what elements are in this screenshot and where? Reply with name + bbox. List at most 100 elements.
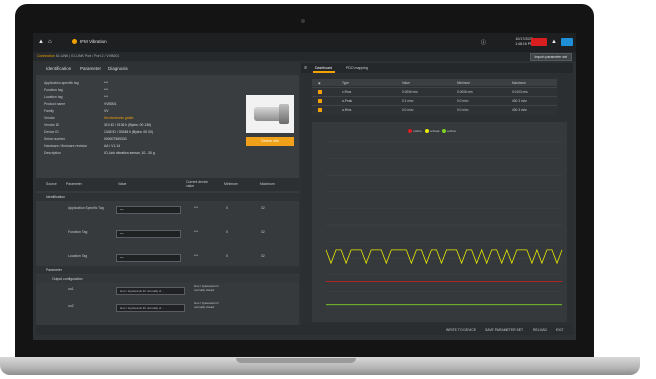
info-row: Product name VVB001 <box>44 102 116 106</box>
param-select[interactable]: Hno / Hysteresis fct normally cl... <box>116 304 185 312</box>
info-row: Vendor ID 310 ID / 0136 h (Bytes: 00 136) <box>44 123 151 127</box>
info-row: Location tag *** <box>44 95 108 99</box>
param-min: 0 <box>226 230 228 234</box>
help-icon[interactable]: ⓘ <box>481 39 486 46</box>
section-parameter[interactable]: Parameter <box>36 266 299 274</box>
tab-pdo-mapping[interactable]: PDO mapping <box>346 66 368 70</box>
info-row: Hardware / firmware revision AA / V1.14 <box>44 144 120 148</box>
param-name: Function Tag <box>68 230 88 234</box>
info-row: Family VV <box>44 109 109 113</box>
param-min: 0 <box>226 254 228 258</box>
param-select[interactable]: Hno / Hysteresis fct normally cl... <box>116 287 185 295</box>
info-value: 310 ID / 0136 h (Bytes: 00 136) <box>104 123 152 127</box>
info-value: 1348 ID / 00348 h (Bytes: 00 00) <box>104 130 154 134</box>
col-source: Source <box>46 182 57 186</box>
measure-max: 0.0103 m/s <box>512 90 528 94</box>
info-label: Function tag <box>44 88 63 92</box>
info-row: Description IO-Link vibration sensor, 10.… <box>44 151 155 155</box>
parameter-table: Source Parameter Value Current device va… <box>36 178 299 334</box>
sensor-connector <box>279 104 289 124</box>
section-label: Output configuration <box>52 277 83 281</box>
measure-value: 0.0 m/s² <box>402 108 414 112</box>
measure-value: 0.1 m/s² <box>402 99 414 103</box>
tab-identification[interactable]: Identification <box>46 66 71 71</box>
user-icon[interactable]: ▲ <box>38 39 44 45</box>
info-label: Location tag <box>44 95 63 99</box>
info-label: Family <box>44 109 54 113</box>
measure-min: 0.0006 m/s <box>457 90 473 94</box>
breadcrumb: Connection IO-LINK | IO-LINK Port / Port… <box>37 54 119 58</box>
param-max: 32 <box>261 254 265 258</box>
series-line-v-Rms <box>325 248 563 265</box>
active-tab-indicator <box>313 71 335 73</box>
col-value: Value <box>402 81 410 85</box>
series-checkbox[interactable] <box>318 90 322 94</box>
measure-max: 400.3 m/s² <box>512 108 528 112</box>
info-value: VVB001 <box>104 102 117 106</box>
home-icon[interactable]: ⌂ <box>48 39 52 45</box>
save-parameter-set-button[interactable]: SAVE PARAMETER SET <box>485 328 523 332</box>
measure-value: 0.0006 m/s <box>402 90 418 94</box>
info-value: *** <box>104 95 108 99</box>
info-row: Application-specific tag *** <box>44 81 108 85</box>
info-label: Vendor <box>44 116 55 120</box>
clock-time: 1:48:16 PM <box>515 41 533 46</box>
col-current-value: Current device value <box>186 180 209 188</box>
param-input[interactable]: *** <box>116 230 181 238</box>
product-image <box>246 95 294 133</box>
trend-chart: v-Rms a-Peak a-Rms <box>312 122 567 322</box>
eye-icon[interactable]: ◉ <box>318 81 321 85</box>
measure-max: 400.3 m/s² <box>512 99 528 103</box>
device-info-button[interactable]: Device info <box>246 137 294 146</box>
info-row: Serial number 000007569333 <box>44 137 127 141</box>
alert-button[interactable] <box>531 38 547 46</box>
col-minimum: Minimum <box>457 81 470 85</box>
param-input[interactable]: *** <box>116 254 181 262</box>
info-row: Device ID 1348 ID / 00348 h (Bytes: 00 00… <box>44 130 153 134</box>
param-input[interactable]: *** <box>116 206 181 214</box>
tab-parameter[interactable]: Parameter <box>80 66 101 71</box>
info-row: Function tag *** <box>44 88 108 92</box>
section-label: Identification <box>46 195 66 199</box>
series-checkbox[interactable] <box>318 108 322 112</box>
param-min: 0 <box>226 206 228 210</box>
info-label: Hardware / firmware revision <box>44 144 88 148</box>
measure-min: 0.0 m/s² <box>457 108 469 112</box>
warning-icon[interactable]: ▲ <box>551 39 557 45</box>
webcam <box>301 19 305 23</box>
tab-dashboard[interactable]: Dashboard <box>315 66 332 70</box>
device-name: IFM Vibration <box>80 39 107 44</box>
col-minimum: Minimum <box>224 182 238 186</box>
notification-button[interactable] <box>561 38 573 46</box>
tab-diagnosis[interactable]: Diagnosis <box>108 66 128 71</box>
info-label: Vendor ID <box>44 123 60 127</box>
measure-type: v-Rms <box>342 90 352 94</box>
section-identification[interactable]: Identification <box>36 193 299 201</box>
col-type: Type <box>342 81 349 85</box>
top-bar: ▲ ⌂ IFM Vibration ⓘ 10/17/2020 1:48:16 P… <box>33 33 576 52</box>
collapse-icon[interactable]: ☰ <box>304 66 307 70</box>
right-tabs: ☰ Dashboard PDO mapping <box>301 63 573 73</box>
info-label: Product name <box>44 102 66 106</box>
exit-button[interactable]: EXIT <box>556 328 564 332</box>
info-value: VV <box>104 109 109 113</box>
measure-type: a-Peak <box>342 99 353 103</box>
measure-min: 0.0 m/s² <box>457 99 469 103</box>
import-parameter-button[interactable]: Import parameter set <box>529 53 572 61</box>
write-to-device-button[interactable]: WRITE TO DEVICE <box>446 328 476 332</box>
app-screen: ▲ ⌂ IFM Vibration ⓘ 10/17/2020 1:48:16 P… <box>33 33 576 340</box>
reload-button[interactable]: RELOAD <box>533 328 547 332</box>
param-name: Location Tag <box>68 254 88 258</box>
info-value: IO-Link vibration sensor, 10...30 g <box>104 151 155 155</box>
param-current: *** <box>194 206 198 210</box>
param-current: Hno / hysteresis fct normally closed <box>194 301 219 309</box>
info-label: Device ID <box>44 130 59 134</box>
vendor-link[interactable]: ifm electronic gmbh <box>104 116 133 120</box>
param-name: ou2 <box>68 304 74 308</box>
info-value: *** <box>104 81 108 85</box>
breadcrumb-prefix: Connection <box>37 54 55 58</box>
section-output-configuration[interactable]: Output configuration <box>36 275 299 283</box>
series-checkbox[interactable] <box>318 99 322 103</box>
path-bar: Connection IO-LINK | IO-LINK Port / Port… <box>33 52 576 61</box>
info-value: *** <box>104 88 108 92</box>
